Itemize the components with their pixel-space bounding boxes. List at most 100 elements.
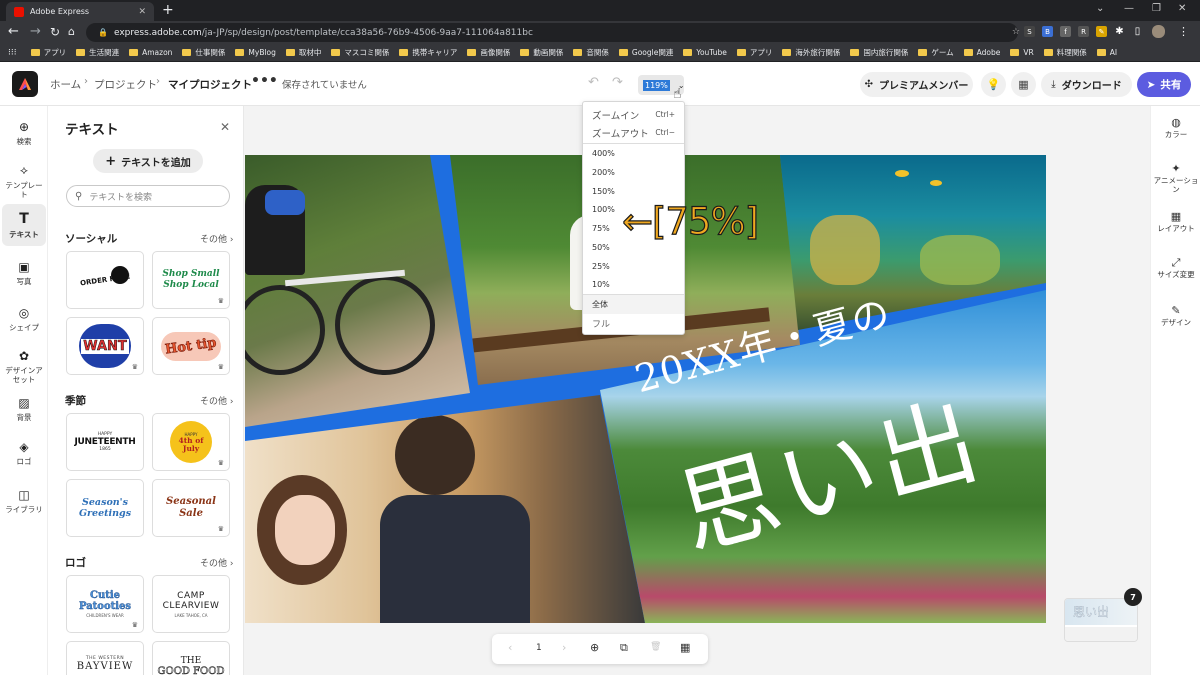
extension-f-icon[interactable]: f bbox=[1060, 26, 1071, 37]
left-rail-item[interactable]: ◈ ロゴ bbox=[2, 432, 46, 474]
template-seasons-greetings[interactable]: Season's Greetings bbox=[66, 479, 144, 537]
extensions-puzzle-icon[interactable]: ✱ bbox=[1114, 26, 1125, 37]
bookmark-item[interactable]: 仕事関係 bbox=[182, 47, 225, 58]
extension-yellow-icon[interactable]: ✎ bbox=[1096, 26, 1107, 37]
bookmark-item[interactable]: 取材中 bbox=[285, 47, 321, 58]
zoom-in-item[interactable]: ズームイン Ctrl+ bbox=[583, 105, 684, 124]
bookmark-item[interactable]: Adobe bbox=[963, 48, 1000, 57]
profile-avatar[interactable] bbox=[1152, 25, 1165, 38]
breadcrumb-home[interactable]: ホーム bbox=[50, 77, 81, 92]
left-rail-item[interactable]: T テキスト bbox=[2, 204, 46, 246]
section-social-more-link[interactable]: その他 › bbox=[200, 232, 233, 245]
breadcrumb-my-projects[interactable]: マイプロジェクト bbox=[168, 77, 252, 92]
template-western-bayview[interactable]: THE WESTERN BAYVIEW bbox=[66, 641, 144, 675]
redo-icon[interactable]: ↷ bbox=[612, 75, 623, 90]
left-rail-item[interactable]: ⊕ 検索 bbox=[2, 112, 46, 154]
next-page-icon[interactable]: › bbox=[562, 641, 566, 654]
schedule-icon[interactable]: ▦ bbox=[1011, 72, 1036, 97]
close-window-icon[interactable]: ✕ bbox=[1178, 3, 1186, 14]
left-rail-item[interactable]: ✿ デザインアセット bbox=[2, 340, 46, 392]
extension-b-icon[interactable]: B bbox=[1042, 26, 1053, 37]
template-want[interactable]: WANT ♛ bbox=[66, 317, 144, 375]
template-order-here[interactable]: ORDER HERE bbox=[66, 251, 144, 309]
right-rail-item[interactable]: ◍ カラー bbox=[1151, 117, 1200, 139]
previous-page-icon[interactable]: ‹ bbox=[508, 641, 512, 654]
lightbulb-icon[interactable]: 💡 bbox=[981, 72, 1006, 97]
bookmark-item[interactable]: 国内旅行関係 bbox=[850, 47, 908, 58]
template-4th-of-july[interactable]: HAPPY 4th of July ♛ bbox=[152, 413, 230, 471]
bookmark-item[interactable]: VR bbox=[1010, 48, 1034, 57]
extension-s-icon[interactable]: S bbox=[1024, 26, 1035, 37]
share-button[interactable]: ➤ 共有 bbox=[1137, 72, 1191, 97]
grid-view-icon[interactable]: ▦ bbox=[680, 641, 690, 654]
tab-close-icon[interactable]: ✕ bbox=[138, 7, 146, 17]
bookmark-item[interactable]: 動画関係 bbox=[520, 47, 563, 58]
right-rail-item[interactable]: ⤢ サイズ変更 bbox=[1151, 257, 1200, 279]
bookmark-item[interactable]: アプリ bbox=[736, 47, 772, 58]
template-hot-tip[interactable]: Hot tip ♛ bbox=[152, 317, 230, 375]
bookmark-item[interactable]: Google関連 bbox=[618, 47, 673, 58]
template-seasonal-sale[interactable]: Seasonal Sale ♛ bbox=[152, 479, 230, 537]
bookmark-item[interactable]: 携帯キャリア bbox=[399, 47, 457, 58]
zoom-fit-all[interactable]: 全体 bbox=[583, 295, 684, 314]
template-camp-clearview[interactable]: CAMP CLEARVIEW LAKE TAHOE, CA bbox=[152, 575, 230, 633]
text-search-input[interactable]: ⚲ テキストを検索 bbox=[66, 185, 230, 207]
couple-photo[interactable] bbox=[245, 395, 645, 623]
add-page-icon[interactable]: ⊕ bbox=[590, 641, 599, 654]
new-tab-button[interactable]: + bbox=[162, 3, 174, 17]
zoom-level-150[interactable]: 150% bbox=[583, 182, 684, 201]
restore-icon[interactable]: ❐ bbox=[1152, 3, 1161, 14]
bookmark-star-icon[interactable]: ☆ bbox=[1012, 27, 1020, 37]
left-rail-item[interactable]: ◫ ライブラリ bbox=[2, 480, 46, 522]
template-cutie-patooties[interactable]: Cutie Patooties CHILDREN'S WEAR ♛ bbox=[66, 575, 144, 633]
bookmark-item[interactable]: ゲーム bbox=[918, 47, 954, 58]
zoom-level-400[interactable]: 400% bbox=[583, 144, 684, 163]
zoom-level-200[interactable]: 200% bbox=[583, 163, 684, 182]
forward-icon[interactable]: → bbox=[30, 25, 41, 39]
zoom-level-25[interactable]: 25% bbox=[583, 257, 684, 276]
section-logos-more-link[interactable]: その他 › bbox=[200, 556, 233, 569]
more-options-button[interactable]: ••• bbox=[251, 73, 278, 89]
cyclist-photo[interactable] bbox=[245, 155, 470, 427]
adobe-express-logo[interactable] bbox=[12, 71, 38, 97]
home-icon[interactable]: ⌂ bbox=[68, 25, 75, 39]
duplicate-page-icon[interactable]: ⧉ bbox=[620, 641, 628, 655]
page-thumbnail[interactable]: 思い出 bbox=[1064, 598, 1138, 642]
bookmark-item[interactable]: マスコミ関係 bbox=[331, 47, 389, 58]
zoom-out-item[interactable]: ズームアウト Ctrl− bbox=[583, 123, 684, 142]
back-icon[interactable]: ← bbox=[8, 25, 19, 39]
extension-r-icon[interactable]: R bbox=[1078, 26, 1089, 37]
bookmark-item[interactable]: 料理関係 bbox=[1043, 47, 1087, 58]
zoom-fit-full[interactable]: フル bbox=[583, 314, 684, 333]
undo-icon[interactable]: ↶ bbox=[588, 75, 599, 90]
chrome-menu-icon[interactable]: ⋮ bbox=[1178, 25, 1189, 38]
bookmark-item[interactable]: YouTube bbox=[683, 48, 727, 57]
address-bar[interactable]: 🔒 express.adobe.com /ja-JP/sp/design/pos… bbox=[86, 23, 1018, 42]
right-rail-item[interactable]: ▦ レイアウト bbox=[1151, 211, 1200, 233]
left-rail-item[interactable]: ▣ 写真 bbox=[2, 252, 46, 294]
close-icon[interactable]: ✕ bbox=[220, 120, 230, 134]
zoom-level-10[interactable]: 10% bbox=[583, 275, 684, 294]
apps-grid-icon[interactable]: ⁝⁝⁝ bbox=[8, 48, 21, 58]
right-rail-item[interactable]: ✦ アニメーション bbox=[1151, 163, 1200, 194]
premium-member-button[interactable]: ✣ プレミアムメンバー bbox=[860, 72, 973, 97]
bookmark-item[interactable]: 生活関連 bbox=[76, 47, 119, 58]
add-text-button[interactable]: + テキストを追加 bbox=[93, 149, 203, 173]
bookmark-item[interactable]: 画像関係 bbox=[467, 47, 510, 58]
bookmark-item[interactable]: アプリ bbox=[30, 47, 66, 58]
reload-icon[interactable]: ↻ bbox=[50, 25, 60, 39]
left-rail-item[interactable]: ⟡ テンプレート bbox=[2, 160, 46, 202]
tab-search-icon[interactable]: ⌄ bbox=[1096, 3, 1104, 14]
bookmark-item[interactable]: Amazon bbox=[129, 48, 172, 57]
download-button[interactable]: ⤓ ダウンロード bbox=[1041, 72, 1132, 97]
bookmark-item[interactable]: AI bbox=[1096, 48, 1117, 57]
left-rail-item[interactable]: ▨ 背景 bbox=[2, 388, 46, 430]
browser-tab[interactable]: Adobe Express ✕ bbox=[6, 2, 154, 21]
bookmark-item[interactable]: 音関係 bbox=[573, 47, 609, 58]
bookmark-item[interactable]: 海外旅行関係 bbox=[782, 47, 840, 58]
bookmark-item[interactable]: MyBlog bbox=[235, 48, 276, 57]
breadcrumb-projects[interactable]: プロジェクト bbox=[94, 77, 157, 92]
template-juneteenth[interactable]: HAPPY JUNETEENTH 1865 bbox=[66, 413, 144, 471]
right-rail-item[interactable]: ✎ デザイン bbox=[1151, 305, 1200, 327]
template-shop-small[interactable]: Shop Small Shop Local ♛ bbox=[152, 251, 230, 309]
